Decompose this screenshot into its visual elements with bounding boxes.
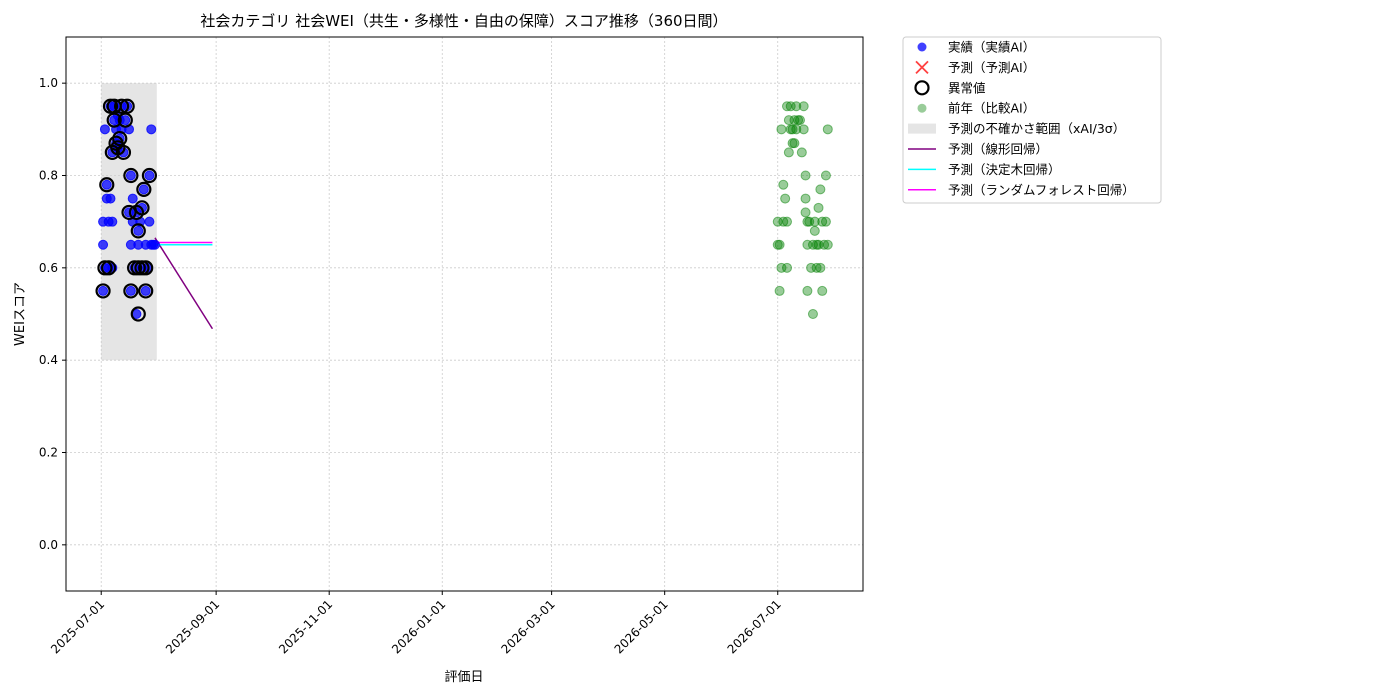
previous-year-point <box>802 285 813 296</box>
y-tick-label: 0.2 <box>39 446 58 460</box>
y-tick-label: 0.4 <box>39 353 58 367</box>
legend-label: 異常値 <box>948 80 986 95</box>
previous-year-point <box>798 101 809 112</box>
actual-point <box>101 179 112 190</box>
chart-title: 社会カテゴリ 社会WEI（共生・多様性・自由の保障）スコア推移（360日間） <box>200 12 727 30</box>
previous-year-point <box>778 179 789 190</box>
previous-year-point <box>782 262 793 273</box>
x-tick-label: 2026-03-01 <box>499 597 558 656</box>
x-tick-label: 2026-01-01 <box>389 597 448 656</box>
actual-point <box>146 124 157 135</box>
previous-year-point <box>780 193 791 204</box>
previous-year-point <box>822 124 833 135</box>
previous-year-point <box>800 170 811 181</box>
actual-point <box>105 193 116 204</box>
previous-year-point <box>822 239 833 250</box>
chart-figure: 社会カテゴリ 社会WEI（共生・多様性・自由の保障）スコア推移（360日間） 2… <box>13 12 1162 685</box>
x-tick-label: 2025-09-01 <box>163 597 222 656</box>
legend-label: 予測（予測AI） <box>948 60 1035 75</box>
forecast-line <box>154 237 214 330</box>
actual-point <box>98 239 109 250</box>
actual-point <box>127 193 138 204</box>
legend-marker-band <box>908 123 936 134</box>
previous-year-point <box>794 115 805 126</box>
legend-label: 前年（比較AI） <box>948 101 1035 116</box>
actual-point <box>125 170 136 181</box>
y-tick-label: 1.0 <box>39 76 58 90</box>
legend-label: 実績（実績AI） <box>948 40 1035 55</box>
previous-year-point <box>807 309 818 319</box>
previous-year-point <box>774 285 785 296</box>
x-tick-label: 2026-07-01 <box>725 597 784 656</box>
forecast-lines <box>154 237 214 330</box>
previous-year-point <box>817 285 828 296</box>
previous-year-point <box>815 262 826 273</box>
previous-year-point <box>800 193 811 204</box>
grid <box>66 37 863 591</box>
x-tick-label: 2025-11-01 <box>276 597 335 656</box>
legend-label: 予測の不確かさ範囲（xAI/3σ） <box>948 121 1125 136</box>
y-tick-label: 0.8 <box>39 169 58 183</box>
legend-marker-actual <box>917 42 927 52</box>
legend-label: 予測（線形回帰） <box>948 142 1048 157</box>
data-points <box>95 98 833 322</box>
previous-year-point <box>820 216 831 227</box>
legend-label: 予測（ランダムフォレスト回帰） <box>948 182 1135 197</box>
actual-point <box>149 239 160 250</box>
legend: 実績（実績AI） 予測（予測AI） 異常値前年（比較AI） 予測の不確かさ範囲（xAI… <box>902 36 1162 204</box>
actual-point <box>133 225 144 236</box>
actual-point <box>98 285 109 296</box>
previous-year-point <box>782 216 793 227</box>
actual-point <box>120 115 131 126</box>
x-tick-label: 2025-07-01 <box>48 597 107 656</box>
actual-point <box>107 216 118 227</box>
previous-year-point <box>798 124 809 135</box>
previous-year-point <box>815 184 826 195</box>
previous-year-point <box>776 124 787 135</box>
y-tick-label: 0.0 <box>39 538 58 552</box>
previous-year-point <box>811 239 822 250</box>
previous-year-point <box>789 138 800 149</box>
x-tick-label: 2026-05-01 <box>612 597 671 656</box>
actual-point <box>125 285 136 296</box>
legend-label: 予測（決定木回帰） <box>948 162 1061 177</box>
previous-year-point <box>813 202 824 213</box>
previous-year-point <box>809 225 820 236</box>
previous-year-point <box>820 170 831 181</box>
y-axis-label: WEIスコア <box>13 282 28 346</box>
plot-area <box>65 36 864 592</box>
previous-year-point <box>796 147 807 158</box>
previous-year-point <box>800 207 811 218</box>
actual-point <box>144 216 155 227</box>
previous-year-point <box>774 239 785 250</box>
legend-marker-previous <box>917 103 927 113</box>
actual-point <box>144 170 155 181</box>
x-axis-label: 評価日 <box>444 670 483 685</box>
y-tick-label: 0.6 <box>39 261 58 275</box>
actual-point <box>138 184 149 195</box>
actual-point <box>140 285 151 296</box>
previous-year-point <box>783 147 794 158</box>
actual-point <box>99 124 110 135</box>
